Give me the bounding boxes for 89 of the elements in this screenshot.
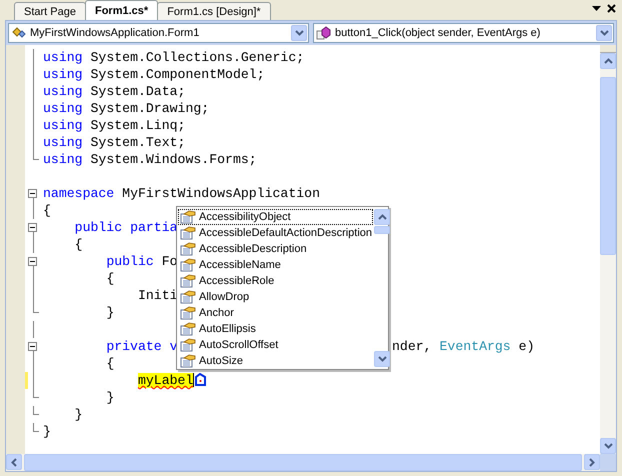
- code-text: MyFirstWindowsApplication: [122, 186, 320, 201]
- code-text: }: [43, 424, 51, 439]
- property-icon: [180, 290, 196, 304]
- collapse-icon[interactable]: [28, 257, 37, 266]
- code-text: using: [43, 67, 83, 82]
- smart-tag-icon[interactable]: [195, 373, 206, 386]
- code-text: private: [106, 339, 162, 354]
- code-text: myLabel: [138, 373, 194, 388]
- property-icon: [180, 226, 196, 240]
- completion-item[interactable]: AccessibleRole: [178, 273, 374, 289]
- code-text: {: [43, 203, 51, 218]
- scroll-up-button[interactable]: [600, 53, 616, 69]
- outline-line: [33, 236, 34, 253]
- outline-line: [33, 321, 34, 338]
- completion-item[interactable]: AccessibleDescription: [178, 241, 374, 257]
- code-text: }: [106, 305, 114, 320]
- code-text: partia: [130, 220, 178, 235]
- chevron-down-icon: [604, 443, 612, 449]
- document-tab[interactable]: Form1.cs*: [84, 0, 158, 20]
- collapse-icon[interactable]: [28, 223, 37, 232]
- code-text: }: [74, 407, 83, 422]
- completion-item[interactable]: AutoScrollOffset: [178, 337, 374, 353]
- scroll-left-button[interactable]: [6, 454, 22, 470]
- chevron-up-icon: [604, 58, 612, 64]
- chevron-down-icon: [600, 30, 608, 36]
- chevron-down-icon: [294, 30, 304, 36]
- completion-item[interactable]: AllowDrop: [178, 289, 374, 305]
- scroll-right-button[interactable]: [584, 454, 600, 470]
- document-tab[interactable]: Start Page: [14, 2, 86, 20]
- code-text: {: [106, 271, 114, 286]
- chevron-down-icon: [378, 356, 387, 362]
- scroll-up-button[interactable]: [374, 209, 390, 225]
- completion-item[interactable]: AccessibleName: [178, 257, 374, 273]
- scroll-down-button[interactable]: [600, 438, 616, 454]
- code-text: }: [106, 390, 114, 405]
- property-icon: [180, 306, 196, 320]
- dropdown-icon[interactable]: [592, 6, 601, 11]
- code-text: using: [43, 101, 83, 116]
- property-icon: [180, 210, 196, 224]
- property-icon: [180, 258, 196, 272]
- completion-item[interactable]: Anchor: [178, 305, 374, 321]
- code-text: System.Drawing;: [90, 101, 210, 116]
- chevron-up-icon: [378, 214, 387, 220]
- outline-end: [33, 304, 39, 313]
- outline-end: [33, 151, 39, 160]
- code-text: using: [43, 118, 83, 133]
- class-icon: [11, 26, 27, 40]
- code-text: System.Data;: [90, 84, 186, 99]
- code-text: using: [43, 50, 83, 65]
- code-text: System.Text;: [90, 135, 186, 150]
- close-icon[interactable]: [607, 4, 616, 13]
- document-tab[interactable]: Form1.cs [Design]*: [157, 2, 271, 20]
- scroll-thumb[interactable]: [600, 77, 616, 255]
- collapse-icon[interactable]: [28, 189, 37, 198]
- property-icon: [180, 274, 196, 288]
- code-text: nder,: [392, 339, 432, 354]
- completion-item[interactable]: AccessibleDefaultActionDescription: [178, 225, 374, 241]
- code-text: Initi: [138, 288, 178, 303]
- code-text: e): [518, 339, 534, 354]
- property-icon: [180, 338, 196, 352]
- member-dropdown[interactable]: button1_Click(object sender, EventArgs e): [313, 23, 614, 43]
- completion-item[interactable]: AutoSize: [178, 353, 374, 369]
- code-text: {: [106, 356, 114, 371]
- outline-line: [33, 202, 34, 219]
- property-icon: [180, 322, 196, 336]
- code-text: {: [74, 237, 83, 252]
- completion-item[interactable]: AccessibilityObject: [178, 209, 374, 225]
- scroll-down-button[interactable]: [374, 351, 390, 367]
- completion-item[interactable]: AutoEllipsis: [178, 321, 374, 337]
- code-text: using: [43, 152, 83, 167]
- code-text: System.Collections.Generic;: [90, 50, 304, 65]
- splitter-handle[interactable]: [600, 45, 616, 53]
- chevron-left-icon: [11, 458, 17, 466]
- code-text: using: [43, 84, 83, 99]
- scroll-thumb[interactable]: [24, 454, 582, 471]
- collapse-icon[interactable]: [28, 342, 37, 351]
- code-text: System.Linq;: [90, 118, 186, 133]
- property-icon: [180, 242, 196, 256]
- code-text: public: [106, 254, 154, 269]
- scroll-thumb[interactable]: [374, 226, 390, 234]
- method-icon: [316, 26, 332, 40]
- chevron-right-icon: [589, 458, 595, 466]
- code-text: EventArgs: [440, 339, 511, 354]
- code-text: System.ComponentModel;: [90, 67, 265, 82]
- type-dropdown[interactable]: MyFirstWindowsApplication.Form1: [8, 23, 309, 43]
- code-text: using: [43, 135, 83, 150]
- code-text: namespace: [43, 186, 114, 201]
- code-text: System.Windows.Forms;: [90, 152, 257, 167]
- code-text: public: [74, 220, 122, 235]
